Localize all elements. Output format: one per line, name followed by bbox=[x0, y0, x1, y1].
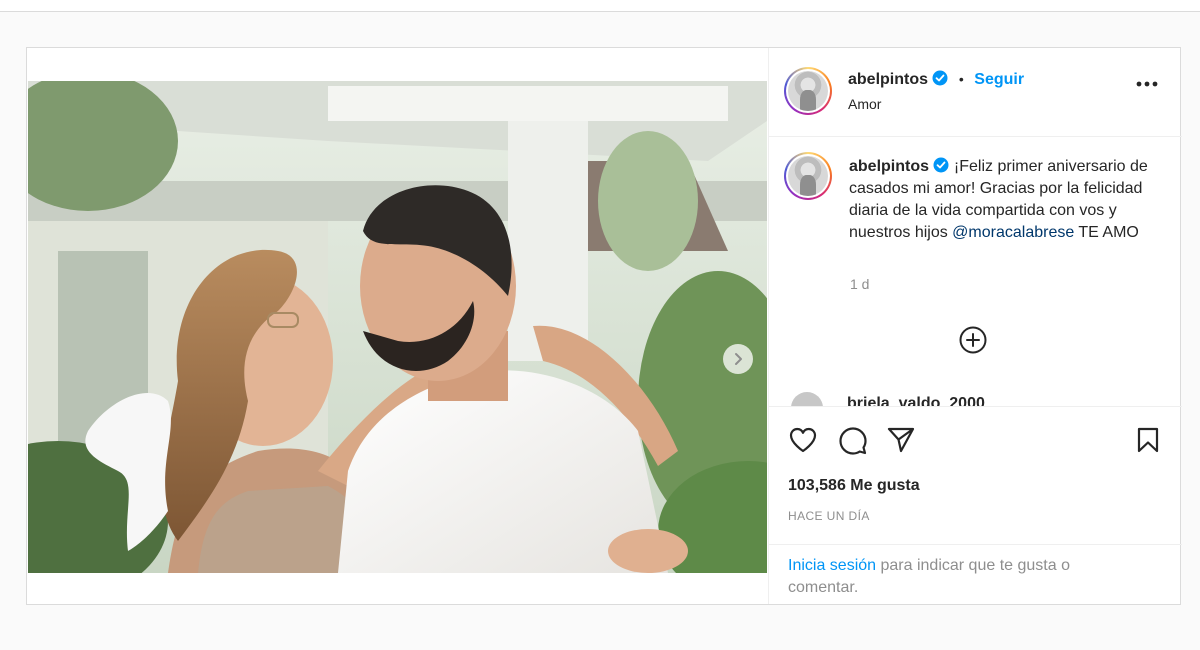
post-caption: abelpintos ¡Feliz primer aniversario de … bbox=[849, 156, 1159, 244]
heart-icon[interactable] bbox=[789, 427, 817, 453]
caption-ending: TE AMO bbox=[1078, 224, 1139, 241]
commenter-avatar[interactable] bbox=[791, 392, 823, 406]
author-avatar[interactable] bbox=[784, 67, 832, 115]
login-prompt: Inicia sesión para indicar que te gusta … bbox=[769, 544, 1182, 605]
more-options-icon[interactable] bbox=[1136, 81, 1158, 87]
post-location[interactable]: Amor bbox=[848, 96, 881, 112]
add-circle-icon[interactable] bbox=[958, 325, 988, 355]
post-sidebar: abelpintos • Seguir Amor abelpintos ¡Fel… bbox=[768, 48, 1182, 604]
posted-time[interactable]: HACE UN DÍA bbox=[788, 509, 870, 523]
couple-photo-illustration bbox=[28, 81, 767, 573]
header-separator: • bbox=[958, 71, 964, 87]
bookmark-icon[interactable] bbox=[1136, 427, 1160, 453]
verified-badge-icon bbox=[932, 70, 948, 86]
post-card: abelpintos • Seguir Amor abelpintos ¡Fel… bbox=[26, 47, 1182, 605]
comment-icon[interactable] bbox=[839, 427, 867, 455]
likes-count[interactable]: 103,586 Me gusta bbox=[788, 477, 920, 495]
login-prompt-text: Inicia sesión para indicar que te gusta … bbox=[788, 555, 1108, 599]
comments-section: abelpintos ¡Feliz primer aniversario de … bbox=[769, 138, 1182, 406]
post-actions: 103,586 Me gusta HACE UN DÍA Inicia sesi… bbox=[769, 406, 1182, 604]
author-username[interactable]: abelpintos bbox=[848, 71, 928, 88]
caption-mention-link[interactable]: @moracalabrese bbox=[952, 224, 1074, 241]
browser-top-strip bbox=[0, 0, 1200, 12]
caption-timestamp[interactable]: 1 d bbox=[850, 276, 869, 292]
verified-badge-icon bbox=[933, 157, 949, 173]
partial-comment-row: briela_valdo_2000 bbox=[791, 392, 1171, 406]
caption-author-avatar[interactable] bbox=[784, 152, 832, 200]
chevron-right-icon bbox=[735, 353, 742, 365]
post-photo[interactable] bbox=[28, 81, 767, 573]
post-header: abelpintos • Seguir Amor bbox=[769, 48, 1182, 137]
caption-username[interactable]: abelpintos bbox=[849, 158, 929, 175]
carousel-next-button[interactable] bbox=[723, 344, 753, 374]
header-author-line: abelpintos • Seguir bbox=[848, 70, 1024, 89]
share-icon[interactable] bbox=[887, 427, 915, 453]
follow-button[interactable]: Seguir bbox=[974, 71, 1024, 88]
commenter-username[interactable]: briela_valdo_2000 bbox=[847, 395, 985, 406]
login-link[interactable]: Inicia sesión bbox=[788, 557, 876, 574]
